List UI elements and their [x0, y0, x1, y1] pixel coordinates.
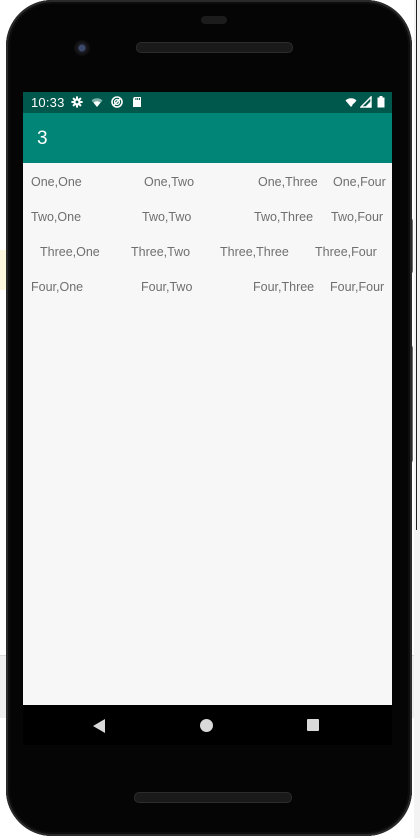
grid-cell: One,One — [31, 175, 82, 189]
top-speaker-grille — [136, 42, 293, 53]
desktop-background-edge — [414, 0, 420, 838]
grid-cell: Two,Two — [142, 210, 192, 224]
grid-cell: Two,Three — [254, 210, 314, 224]
recents-icon[interactable] — [307, 719, 319, 731]
earpiece — [201, 16, 227, 24]
grid-cell: Two,One — [31, 210, 82, 224]
grid-cell: One,Four — [333, 175, 386, 189]
do-not-disturb-icon — [111, 96, 123, 108]
grid-row: Four,One Four,Two Four,Three Four,Four — [23, 280, 392, 300]
grid-cell: Three,One — [40, 245, 100, 259]
desktop-divider — [416, 0, 417, 530]
wifi-x-icon — [345, 98, 357, 108]
grid-row: Three,One Three,Two Three,Three Three,Fo… — [23, 245, 392, 265]
battery-icon — [377, 96, 385, 108]
desktop-stage: 10:33 3 One,One One,Two One,Three One,Fo… — [0, 0, 420, 838]
grid-cell: Three,Two — [131, 245, 191, 259]
front-camera-icon — [74, 40, 90, 56]
grid-cell: Two,Four — [331, 210, 384, 224]
back-icon[interactable] — [93, 719, 105, 733]
home-icon[interactable] — [200, 719, 213, 732]
device-screen: 10:33 3 One,One One,Two One,Three One,Fo… — [23, 92, 392, 745]
grid-row: Two,One Two,Two Two,Three Two,Four — [23, 210, 392, 230]
grid-content: One,One One,Two One,Three One,Four Two,O… — [23, 163, 392, 705]
grid-cell: Three,Four — [315, 245, 377, 259]
bottom-speaker-grille — [134, 792, 292, 803]
grid-cell: Four,Four — [330, 280, 385, 294]
grid-cell: Four,One — [31, 280, 84, 294]
gear-icon — [71, 96, 83, 108]
grid-cell: One,Two — [144, 175, 195, 189]
grid-cell: Three,Three — [220, 245, 289, 259]
grid-cell: Four,Two — [141, 280, 193, 294]
sd-card-icon — [133, 97, 141, 107]
grid-cell: One,Three — [258, 175, 318, 189]
status-bar: 10:33 — [23, 92, 392, 113]
status-time: 10:33 — [31, 95, 65, 110]
navigation-bar — [23, 705, 392, 745]
grid-row: One,One One,Two One,Three One,Four — [23, 175, 392, 195]
app-bar: 3 — [23, 113, 392, 163]
grid-cell: Four,Three — [253, 280, 315, 294]
signal-icon — [360, 96, 372, 108]
app-bar-title: 3 — [37, 128, 48, 149]
wifi-icon — [91, 98, 103, 107]
